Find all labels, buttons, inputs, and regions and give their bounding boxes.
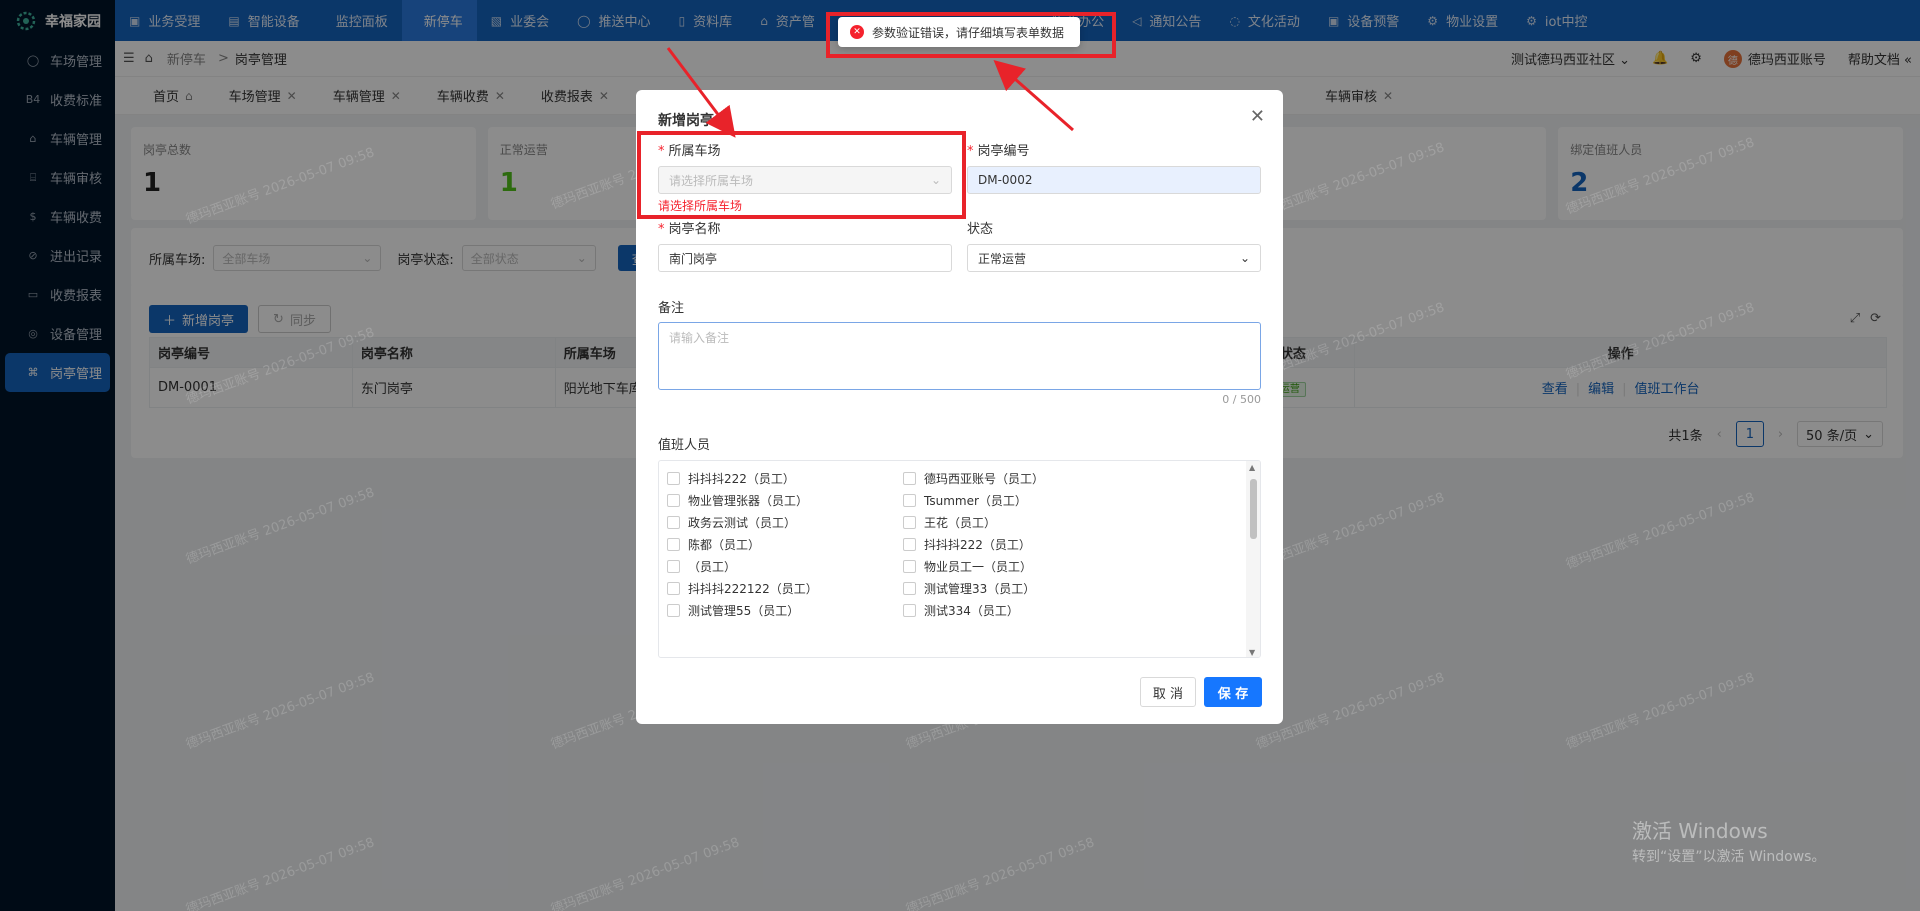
save-button[interactable]: 保 存 [1204,677,1262,707]
cancel-button[interactable]: 取 消 [1140,677,1196,707]
staff-checkbox[interactable]: 抖抖抖222122（员工） [667,580,818,597]
windows-activation-sub: 转到“设置”以激活 Windows。 [1632,849,1826,865]
lot-select[interactable]: 请选择所属车场 ⌄ [658,166,952,194]
lot-error-text: 请选择所属车场 [658,199,743,213]
staff-name: 政务云测试（员工） [688,516,797,530]
status-select[interactable]: 正常运营 ⌄ [967,244,1261,272]
checkbox[interactable] [667,538,680,551]
checkbox[interactable] [903,472,916,485]
staff-name: （员工） [688,560,737,574]
staff-checkbox[interactable]: 陈都（员工） [667,536,760,553]
code-input[interactable]: DM-0002 [967,166,1261,194]
staff-name: 陈都（员工） [688,538,761,552]
checkbox[interactable] [903,516,916,529]
staff-name: Tsummer（员工） [924,494,1027,508]
scrollbar[interactable]: ▲ ▼ [1246,461,1260,657]
staff-name: 测试管理33（员工） [924,582,1036,596]
checkbox[interactable] [903,604,916,617]
staff-checkbox[interactable]: Tsummer（员工） [903,492,1027,509]
staff-name: 抖抖抖222（员工） [924,538,1031,552]
modal-title: 新增岗亭 [658,113,714,129]
staff-checkbox[interactable]: 王花（员工） [903,514,996,531]
checkbox[interactable] [667,582,680,595]
staff-field-label: 值班人员 [658,438,711,453]
checkbox[interactable] [903,494,916,507]
staff-checkbox[interactable]: 抖抖抖222（员工） [667,470,795,487]
chevron-down-icon: ⌄ [1239,251,1250,265]
toast-message: 参数验证错误，请仔细填写表单数据 [872,25,1065,40]
name-field-label: * 岗亭名称 [658,222,721,237]
remark-textarea[interactable]: 请输入备注 [658,322,1261,390]
error-toast: ✕ 参数验证错误，请仔细填写表单数据 [838,17,1080,47]
remark-field-label: 备注 [658,301,685,316]
checkbox[interactable] [667,494,680,507]
staff-checkbox[interactable]: 抖抖抖222（员工） [903,536,1031,553]
remark-char-count: 0 / 500 [1222,393,1261,406]
staff-checkbox[interactable]: 测试管理33（员工） [903,580,1035,597]
staff-checkbox[interactable]: 物业员工一（员工） [903,558,1032,575]
staff-checkbox[interactable]: 物业管理张器（员工） [667,492,808,509]
checkbox[interactable] [667,560,680,573]
checkbox[interactable] [903,538,916,551]
chevron-down-icon: ⌄ [930,173,941,187]
scroll-up-icon[interactable]: ▲ [1249,463,1255,472]
windows-activation-title: 激活 Windows [1632,819,1768,843]
staff-checkbox[interactable]: 德玛西亚账号（员工） [903,470,1044,487]
windows-activation: 激活 Windows 转到“设置”以激活 Windows。 [1632,815,1825,866]
staff-checkbox[interactable]: 测试管理55（员工） [667,602,799,619]
staff-checkbox[interactable]: 政务云测试（员工） [667,514,796,531]
checkbox[interactable] [903,582,916,595]
checkbox[interactable] [667,472,680,485]
staff-name: 德玛西亚账号（员工） [924,472,1045,486]
checkbox[interactable] [667,516,680,529]
checkbox[interactable] [667,604,680,617]
lot-field-label: * 所属车场 [658,144,721,159]
add-booth-modal: 新增岗亭 ✕ * 所属车场 请选择所属车场 ⌄ 请选择所属车场 * 岗亭编号 DM-0… [636,90,1283,724]
staff-checkbox[interactable]: （员工） [667,558,736,575]
staff-name: 王花（员工） [924,516,997,530]
scroll-down-icon[interactable]: ▼ [1249,648,1255,657]
staff-name: 抖抖抖222122（员工） [688,582,818,596]
staff-name: 物业员工一（员工） [924,560,1033,574]
scrollbar-thumb[interactable] [1250,479,1257,539]
error-icon: ✕ [850,25,864,39]
staff-checkbox-list: 抖抖抖222（员工） 德玛西亚账号（员工） 物业管理张器（员工） Tsummer（员工… [658,460,1261,658]
code-field-label: * 岗亭编号 [967,144,1030,159]
status-field-label: 状态 [967,222,994,237]
staff-name: 抖抖抖222（员工） [688,472,795,486]
close-icon[interactable]: ✕ [1250,106,1265,127]
staff-name: 物业管理张器（员工） [688,494,809,508]
staff-checkbox[interactable]: 测试334（员工） [903,602,1019,619]
staff-name: 测试管理55（员工） [688,604,800,618]
staff-name: 测试334（员工） [924,604,1019,618]
checkbox[interactable] [903,560,916,573]
name-input[interactable]: 南门岗亭 [658,244,952,272]
